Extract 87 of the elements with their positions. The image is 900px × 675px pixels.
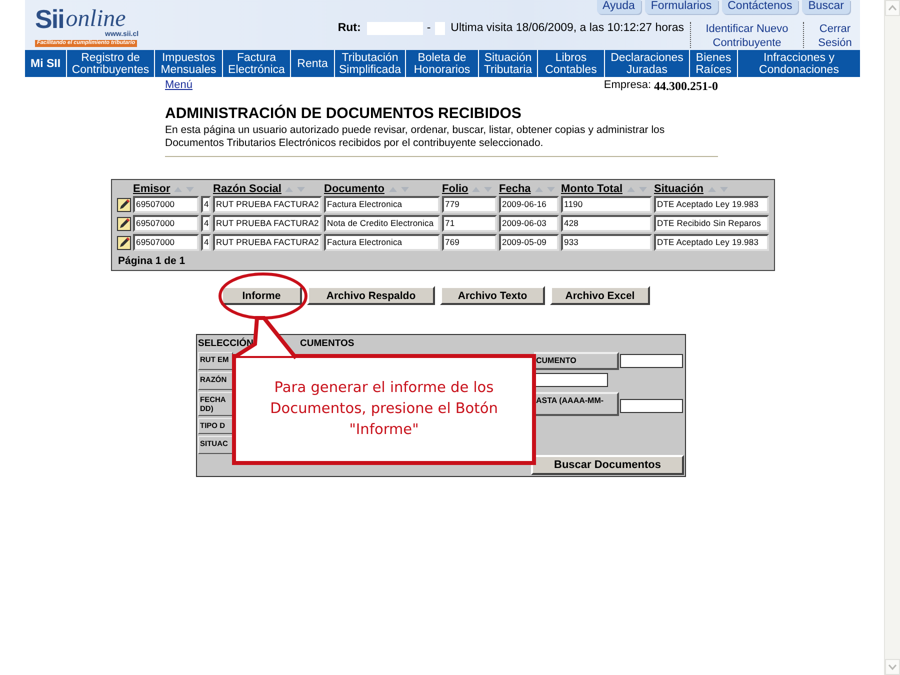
- sort-arrows-icon[interactable]: [706, 184, 729, 192]
- table-cell: Factura Electronica: [324, 234, 440, 251]
- top-link[interactable]: Contáctenos: [722, 0, 798, 14]
- column-header[interactable]: Razón Social: [213, 182, 282, 194]
- text-field[interactable]: [620, 399, 683, 413]
- table-cell: RUT PRUEBA FACTURA2: [213, 234, 322, 251]
- field-label: ASTA (AAAA-MM-: [534, 392, 619, 416]
- edit-icon[interactable]: [117, 236, 131, 250]
- rut-label: Rut:: [338, 22, 361, 34]
- table-cell: 769: [442, 234, 497, 251]
- nav-item[interactable]: Impuestos Mensuales: [155, 50, 223, 77]
- top-link[interactable]: Buscar: [802, 0, 850, 14]
- field-label: CUMENTO: [534, 352, 619, 370]
- nav-item[interactable]: Declaraciones Juradas: [605, 50, 690, 77]
- table-cell: 69507000: [133, 196, 199, 213]
- table-cell: 4: [201, 215, 211, 232]
- sort-arrows-icon[interactable]: [534, 184, 556, 192]
- text-field[interactable]: [620, 354, 683, 368]
- top-link[interactable]: Ayuda: [596, 0, 641, 14]
- column-header[interactable]: Folio: [442, 182, 468, 194]
- page-title: ADMINISTRACIÓN DE DOCUMENTOS RECIBIDOS: [165, 105, 522, 123]
- table-cell: DTE Aceptado Ley 19.983: [654, 196, 769, 213]
- sort-arrows-icon[interactable]: [173, 184, 196, 192]
- action-button[interactable]: Informe: [221, 286, 302, 305]
- nav-item[interactable]: Infracciones y Condonaciones: [738, 50, 860, 77]
- nav-item[interactable]: Tributación Simplificada: [335, 50, 406, 77]
- company-rut: 44.300.251-0: [654, 79, 718, 92]
- table-cell: RUT PRUEBA FACTURA2: [213, 215, 322, 232]
- table-cell: 2009-05-09: [499, 234, 559, 251]
- nav-item[interactable]: Situación Tributaria: [479, 50, 538, 77]
- nav-item[interactable]: Mi SII: [25, 50, 67, 77]
- menu-link[interactable]: Menú: [165, 79, 193, 92]
- nav-item[interactable]: Libros Contables: [538, 50, 605, 77]
- column-header[interactable]: Documento: [324, 182, 384, 194]
- check-digit-field[interactable]: [434, 22, 445, 35]
- table-cell: DTE Aceptado Ley 19.983: [654, 234, 769, 251]
- table-cell: 779: [442, 196, 497, 213]
- table-cell: 2009-06-16: [499, 196, 559, 213]
- scrollbar[interactable]: [884, 0, 900, 675]
- rut-field[interactable]: [366, 22, 423, 35]
- sort-arrows-icon[interactable]: [626, 184, 648, 192]
- callout-text: Para generar el informe de los Documentos, presione el Botón "Informe": [269, 379, 499, 440]
- table-cell: RUT PRUEBA FACTURA2: [213, 196, 322, 213]
- table-cell: 69507000: [133, 234, 199, 251]
- sort-arrows-icon[interactable]: [284, 184, 306, 192]
- scroll-up-icon[interactable]: [885, 0, 900, 16]
- action-button[interactable]: Archivo Respaldo: [307, 286, 435, 305]
- company-label: Empresa:: [604, 79, 651, 92]
- nav-item[interactable]: Bienes Raíces: [690, 50, 738, 77]
- logo-wordmark: online: [66, 8, 126, 30]
- table-cell: 69507000: [133, 215, 199, 232]
- sort-arrows-icon[interactable]: [388, 184, 410, 192]
- session-link[interactable]: Identificar Nuevo Contribuyente: [697, 22, 797, 50]
- search-button[interactable]: Buscar Documentos: [531, 455, 684, 475]
- page-description: En esta página un usuario autorizado puede revisar, ordenar, buscar, listar, obtener copias y administrar los Documentos Tributarios Electrónicos recibidos por el contribuyente seleccionado.: [165, 124, 666, 150]
- table-cell: 71: [442, 215, 497, 232]
- scroll-down-icon[interactable]: [885, 659, 900, 675]
- table-cell: Nota de Credito Electronica: [324, 215, 440, 232]
- panel-heading: SELECCIÓN: [198, 337, 254, 351]
- pagination-text: Página 1 de 1: [117, 254, 186, 267]
- nav-item[interactable]: Registro de Contribuyentes: [67, 50, 155, 77]
- last-visit-text: Ultima visita 18/06/2009, a las 10:12:27 horas: [450, 22, 684, 34]
- top-link[interactable]: Formularios: [644, 0, 718, 14]
- table-cell: Factura Electronica: [324, 196, 440, 213]
- logo-brand: Sii: [35, 8, 64, 30]
- table-cell: 428: [561, 215, 652, 232]
- rut-separator: -: [426, 22, 431, 34]
- table-cell: DTE Recibido Sin Reparos: [654, 215, 769, 232]
- panel-heading: CUMENTOS: [300, 337, 354, 351]
- action-button[interactable]: Archivo Texto: [440, 286, 545, 305]
- edit-icon[interactable]: [117, 198, 131, 212]
- column-header[interactable]: Situación: [654, 182, 704, 194]
- session-link[interactable]: Cerrar Sesión: [810, 22, 860, 50]
- table-cell: 4: [201, 196, 211, 213]
- table-cell: 2009-06-03: [499, 215, 559, 232]
- nav-item[interactable]: Renta: [291, 50, 335, 77]
- table-cell: 1190: [561, 196, 652, 213]
- nav-item[interactable]: Boleta de Honorarios: [406, 50, 479, 77]
- column-header[interactable]: Emisor: [133, 182, 170, 194]
- nav-item[interactable]: Factura Electrónica: [223, 50, 291, 77]
- edit-icon[interactable]: [117, 216, 131, 230]
- column-header[interactable]: Monto Total: [561, 182, 622, 194]
- table-cell: 933: [561, 234, 652, 251]
- column-header[interactable]: Fecha: [499, 182, 531, 194]
- table-cell: 4: [201, 234, 211, 251]
- action-button[interactable]: Archivo Excel: [550, 286, 650, 305]
- sort-arrows-icon[interactable]: [471, 184, 494, 192]
